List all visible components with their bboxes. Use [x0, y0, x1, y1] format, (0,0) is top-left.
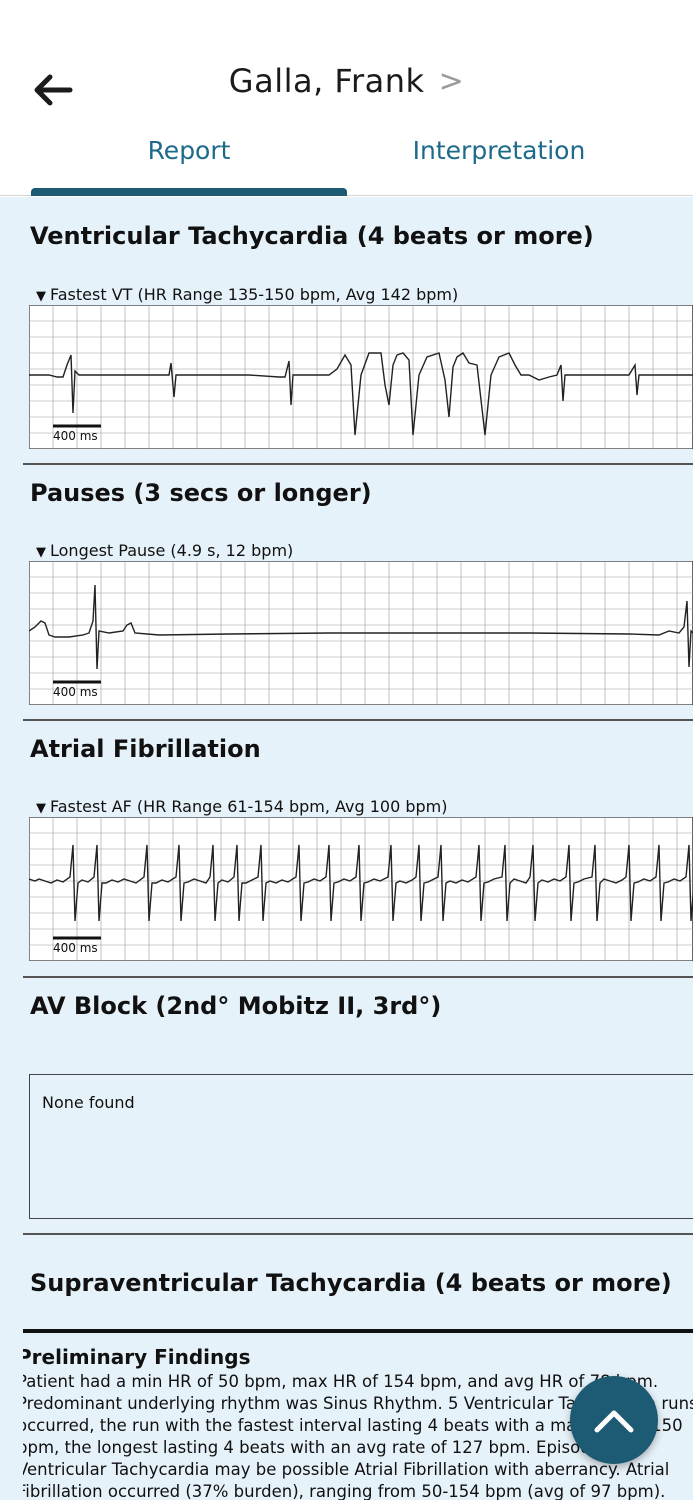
section-title-pauses: Pauses (3 secs or longer): [30, 479, 372, 507]
strip-label-af-text: Fastest AF (HR Range 61-154 bpm, Avg 100…: [50, 797, 448, 816]
av-block-result-box: None found: [29, 1074, 693, 1219]
strip-label-pauses-text: Longest Pause (4.9 s, 12 bpm): [50, 541, 294, 560]
section-title-vt: Ventricular Tachycardia (4 beats or more…: [30, 222, 594, 250]
ecg-strip-pauses[interactable]: 400 ms: [29, 561, 693, 705]
strip-label-af: ▼ Fastest AF (HR Range 61-154 bpm, Avg 10…: [36, 797, 448, 816]
strip-label-pauses: ▼ Longest Pause (4.9 s, 12 bpm): [36, 541, 293, 560]
scale-label-af: 400 ms: [53, 941, 98, 955]
section-title-af: Atrial Fibrillation: [30, 735, 261, 763]
report-content[interactable]: Ventricular Tachycardia (4 beats or more…: [0, 197, 693, 1500]
active-tab-indicator: [31, 188, 347, 196]
app-header: Galla, Frank > Report Interpretation: [0, 0, 693, 196]
section-title-av-block: AV Block (2nd° Mobitz II, 3rd°): [30, 992, 442, 1020]
scale-label-pauses: 400 ms: [53, 685, 98, 699]
tab-interpretation[interactable]: Interpretation: [345, 136, 653, 165]
divider-2: [23, 719, 693, 721]
triangle-down-icon: ▼: [36, 289, 46, 304]
ecg-strip-af[interactable]: 400 ms: [29, 817, 693, 961]
section-title-svt: Supraventricular Tachycardia (4 beats or…: [30, 1269, 672, 1297]
triangle-down-icon: ▼: [36, 545, 46, 560]
patient-name: Galla, Frank: [228, 62, 425, 100]
scale-label-vt: 400 ms: [53, 429, 98, 443]
patient-name-link[interactable]: Galla, Frank >: [229, 62, 464, 100]
divider-3: [23, 976, 693, 978]
triangle-down-icon: ▼: [36, 801, 46, 816]
none-found-text: None found: [42, 1093, 135, 1112]
chevron-up-icon: [594, 1410, 634, 1433]
strip-label-vt-text: Fastest VT (HR Range 135-150 bpm, Avg 14…: [50, 285, 459, 304]
scroll-to-top-button[interactable]: [570, 1376, 658, 1464]
strip-label-vt: ▼ Fastest VT (HR Range 135-150 bpm, Avg 1…: [36, 285, 458, 304]
findings-heading: Preliminary Findings: [23, 1345, 251, 1369]
ecg-strip-vt[interactable]: 400 ms: [29, 305, 693, 449]
chevron-right-icon: >: [438, 63, 465, 99]
patient-title-wrap: Galla, Frank >: [0, 62, 693, 100]
divider-4: [23, 1233, 693, 1235]
tab-report[interactable]: Report: [0, 136, 378, 165]
divider-1: [23, 463, 693, 465]
